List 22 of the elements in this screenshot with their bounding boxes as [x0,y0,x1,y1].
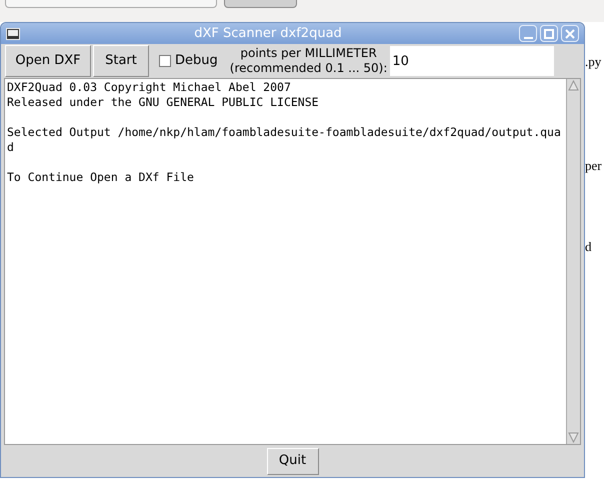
background-text: per [585,156,603,175]
points-field[interactable]: 10 [390,46,554,76]
toolbar-button[interactable]: Open DXF [5,45,91,77]
close-button[interactable] [561,25,579,42]
points-label: points per MILLIMETER (recommended 0.1 ... 50): [230,46,388,76]
toolbar-button[interactable]: Start [93,45,149,77]
window-title: dXF Scanner dxf2quad [193,24,343,43]
maximize-button[interactable] [540,25,558,42]
scroll-up-icon[interactable] [567,79,580,91]
minimize-icon [524,36,532,38]
maximize-icon [544,28,554,38]
output-text: DXF2Quad 0.03 Copyright Michael Abel 2007 Released under the GNU GENERAL PUBLIC LICENSE Selected Output /home/nkp/hlam/foambladesuite-foambladesuite/dxf2quad/output.qua d To Continue Open a DXf File [6,79,562,186]
quit-button[interactable]: Quit [266,448,318,474]
scrollbar[interactable] [566,79,580,444]
background-text: d [585,238,592,256]
debug-checkbox[interactable] [159,55,171,67]
debug-label: Debug [175,52,218,70]
scroll-down-icon[interactable] [567,432,580,444]
window-menu-icon[interactable] [6,28,20,40]
background-text: .py [585,53,602,71]
minimize-button[interactable] [519,25,537,42]
close-icon [565,28,575,38]
